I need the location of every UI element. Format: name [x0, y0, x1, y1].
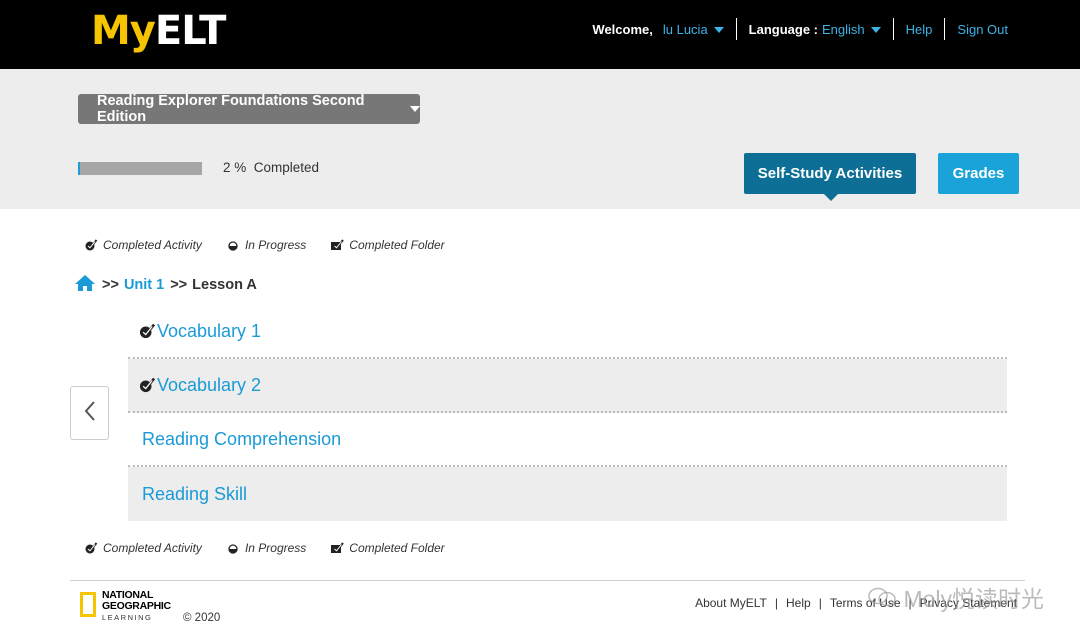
progress-fill: [78, 162, 81, 175]
user-name[interactable]: lu Lucia: [663, 22, 708, 37]
self-study-activities-tab[interactable]: Self-Study Activities: [744, 153, 916, 201]
chevron-down-icon[interactable]: [713, 27, 724, 33]
chevron-down-icon: [410, 106, 420, 112]
watermark: Moly悦读时光: [867, 580, 1044, 614]
progress-bar: [78, 162, 202, 175]
chevron-down-icon[interactable]: [870, 27, 881, 33]
sign-out-link[interactable]: Sign Out: [957, 22, 1008, 37]
check-circle-icon: [137, 321, 157, 341]
activity-label[interactable]: Vocabulary 2: [157, 375, 261, 396]
half-circle-icon: [226, 541, 240, 555]
check-circle-icon: [84, 541, 98, 555]
user-menu[interactable]: Welcome, lu Lucia: [592, 21, 724, 37]
language-label: Language :: [748, 21, 819, 37]
legend-completed-activity: Completed Activity: [84, 238, 202, 252]
language-value[interactable]: English: [822, 22, 865, 37]
activity-label[interactable]: Reading Skill: [142, 484, 247, 505]
legend-in-progress: In Progress: [226, 541, 306, 555]
list-item[interactable]: Vocabulary 2: [128, 359, 1007, 413]
home-icon[interactable]: [74, 274, 96, 296]
grades-tab[interactable]: Grades: [938, 153, 1019, 194]
list-item[interactable]: Reading Comprehension: [128, 413, 1007, 467]
activity-label[interactable]: Reading Comprehension: [142, 429, 341, 450]
top-bar: MyELT Welcome, lu Lucia Language : Engli…: [0, 0, 1080, 69]
divider: [735, 18, 737, 40]
welcome-label: Welcome,: [592, 21, 653, 37]
legend-completed-activity: Completed Activity: [84, 541, 202, 555]
check-circle-icon: [137, 375, 157, 395]
breadcrumb-unit[interactable]: Unit 1: [124, 277, 164, 293]
legend-completed-folder: Completed Folder: [330, 541, 445, 555]
course-header: [0, 69, 1080, 209]
national-geographic-logo: NATIONAL GEOGRAPHIC LEARNING: [80, 590, 171, 623]
breadcrumb-lesson: Lesson A: [192, 277, 257, 293]
breadcrumb: >> Unit 1 >> Lesson A: [74, 274, 257, 296]
legend-in-progress: In Progress: [226, 238, 306, 252]
chevron-left-icon: [83, 400, 97, 427]
wechat-icon: [867, 586, 897, 608]
legend: Completed Activity In Progress Completed…: [84, 540, 469, 556]
about-link[interactable]: About MyELT: [695, 596, 767, 610]
list-item[interactable]: Reading Skill: [128, 467, 1007, 521]
legend: Completed Activity In Progress Completed…: [84, 237, 469, 253]
legend-completed-folder: Completed Folder: [330, 238, 445, 252]
folder-check-icon: [330, 541, 345, 555]
footer-help-link[interactable]: Help: [786, 596, 811, 610]
check-circle-icon: [84, 238, 98, 252]
top-nav: Welcome, lu Lucia Language : English Hel…: [592, 18, 1008, 40]
half-circle-icon: [226, 238, 240, 252]
language-menu[interactable]: Language : English: [749, 22, 881, 37]
progress-label: 2 % Completed: [223, 160, 320, 175]
activity-label[interactable]: Vocabulary 1: [157, 321, 261, 342]
yellow-border-icon: [80, 592, 96, 617]
help-link[interactable]: Help: [906, 22, 933, 37]
back-button[interactable]: [70, 386, 109, 440]
list-item[interactable]: Vocabulary 1: [128, 305, 1007, 359]
divider: [944, 18, 946, 40]
divider: [892, 18, 894, 40]
copyright: © 2020: [183, 612, 221, 624]
activity-list: Vocabulary 1 Vocabulary 2 Reading Compre…: [128, 305, 1007, 521]
folder-check-icon: [330, 238, 345, 252]
course-title: Reading Explorer Foundations Second Edit…: [97, 93, 365, 125]
course-select[interactable]: Reading Explorer Foundations Second Edit…: [78, 93, 420, 125]
myelt-logo[interactable]: MyELT: [91, 9, 226, 53]
